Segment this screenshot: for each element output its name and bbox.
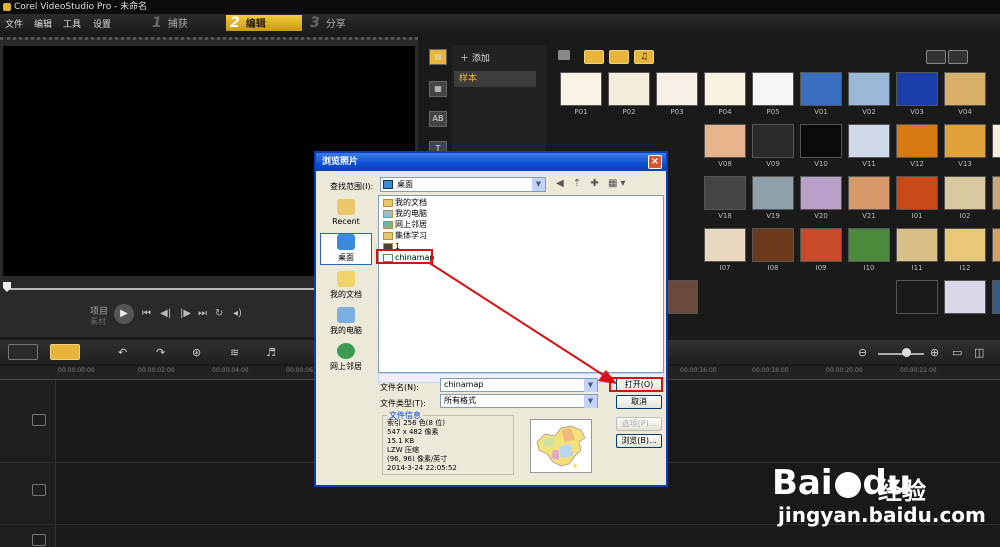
watermark-cn: 经验 xyxy=(878,477,926,505)
watermark-url: jingyan.baidu.com xyxy=(778,503,986,527)
paw-icon xyxy=(834,471,861,498)
